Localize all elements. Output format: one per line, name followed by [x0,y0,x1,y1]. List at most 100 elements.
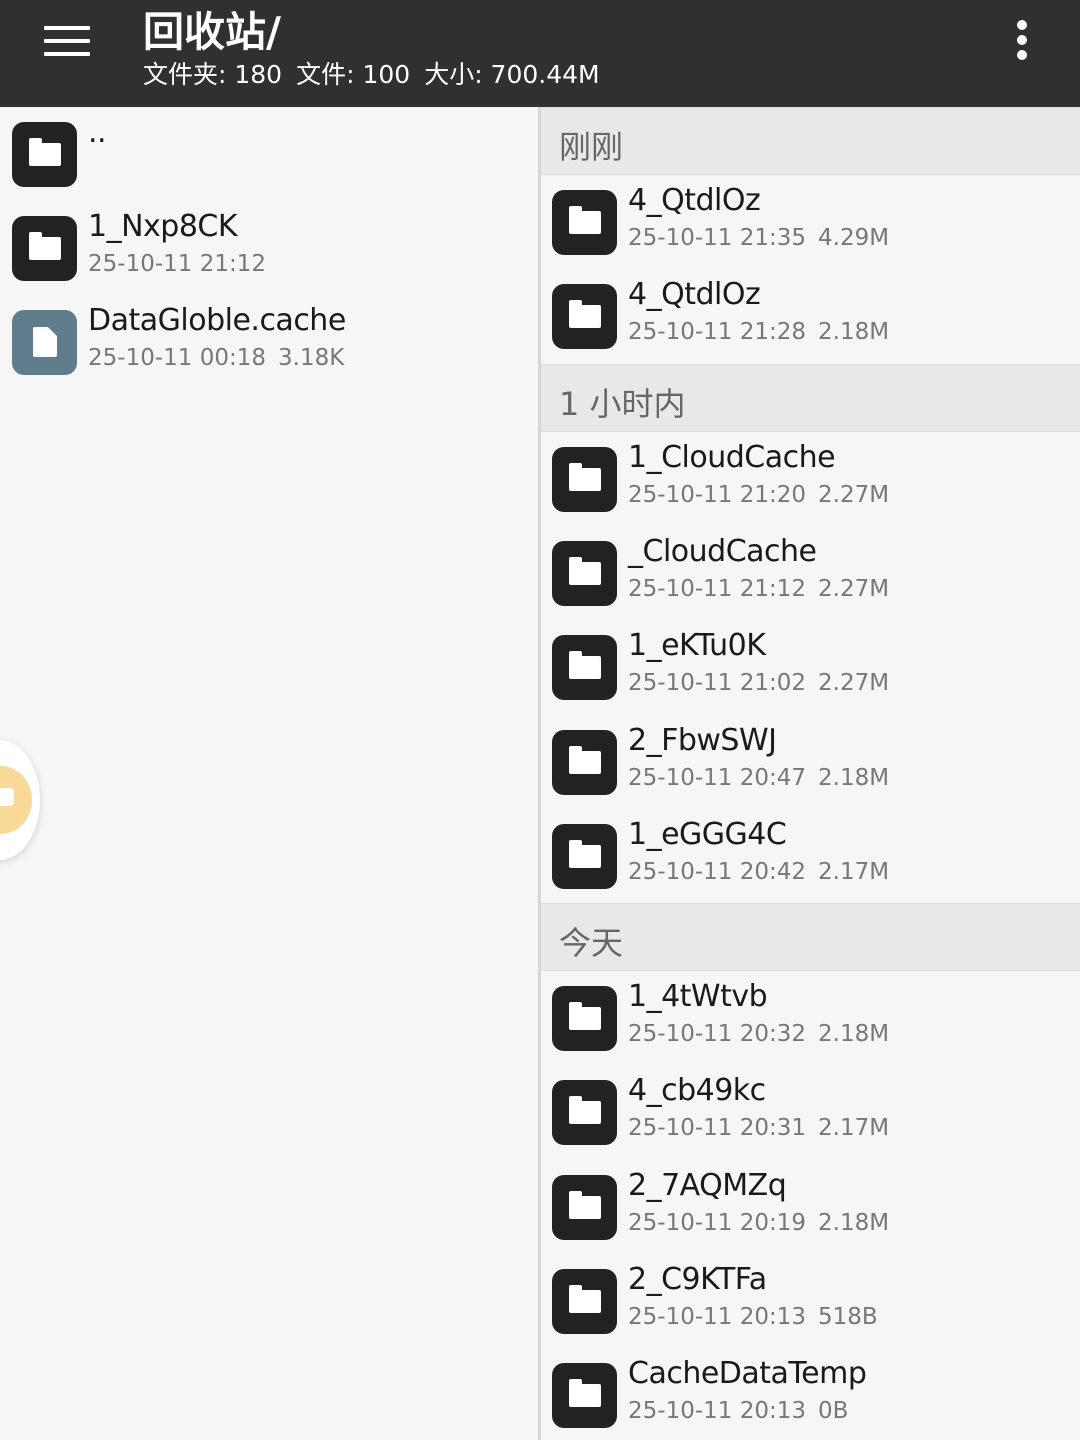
item-date: 25-10-11 20:19 [628,1209,806,1236]
folder-icon [552,190,617,255]
folder-icon [552,1174,617,1240]
folder-icon [552,1363,617,1429]
item-meta: 25-10-11 00:18 3.18K [88,345,344,371]
item-meta: 25-10-11 20:31 2.17M [628,1115,889,1141]
section-header: 1 小时内 [541,363,1080,432]
item-size: 0B [818,1398,849,1425]
item-date: 25-10-11 20:31 [628,1115,806,1142]
item-size: 2.18M [818,1209,890,1236]
folder-row[interactable]: 1_4tWtvb 25-10-11 20:32 2.18M [541,971,1080,1065]
item-name: 1_4tWtvb [628,979,768,1015]
item-date: 25-10-11 20:47 [628,764,806,791]
top-toolbar: 回收站/ 文件夹: 180 文件: 100 大小: 700.44M [0,0,1080,107]
folder-count: 文件夹: 180 [143,60,283,89]
item-name: 1_eKTu0K [628,628,766,664]
item-name: 4_QtdlOz [628,183,761,218]
item-size: 2.17M [818,858,890,885]
page-title: 回收站/ [143,8,281,56]
item-name: 2_FbwSWJ [628,722,777,758]
item-date: 25-10-11 21:35 [628,225,806,251]
item-date: 25-10-11 20:42 [628,858,806,885]
item-meta: 25-10-11 20:13 0B [628,1398,848,1424]
item-date: 25-10-11 21:12 [88,251,266,277]
item-size: 2.18M [818,319,890,346]
item-size: 3.18K [278,345,345,371]
folder-row[interactable]: 2_C9KTFa 25-10-11 20:13 518B [541,1254,1080,1348]
folder-icon [552,635,617,701]
item-meta: 25-10-11 21:35 4.29M [628,225,889,251]
more-vertical-icon[interactable] [1010,20,1034,64]
folder-row[interactable]: 4_QtdlOz 25-10-11 21:28 2.18M [541,269,1080,363]
item-size: 2.27M [818,481,890,508]
section-label: 刚刚 [559,128,624,166]
folder-icon [552,1269,617,1334]
item-date: 25-10-11 20:13 [628,1304,806,1330]
folder-row[interactable]: CacheDataTemp 25-10-11 20:13 0B [541,1348,1080,1440]
item-meta: 25-10-11 21:20 2.27M [628,482,889,508]
item-date: 25-10-11 20:13 [628,1398,806,1425]
folder-row[interactable]: 1_eGGG4C 25-10-11 20:42 2.17M [541,809,1080,903]
folder-row[interactable]: 4_QtdlOz 25-10-11 21:35 4.29M [541,175,1080,269]
folder-icon [552,986,617,1052]
item-meta: 25-10-11 20:42 2.17M [628,859,889,885]
item-name: 4_QtdlOz [628,277,761,313]
folder-row[interactable]: 2_7AQMZq 25-10-11 20:19 2.18M [541,1160,1080,1254]
file-count: 文件: 100 [296,60,411,89]
folder-icon [552,540,617,606]
item-size: 2.18M [818,1021,890,1048]
folder-row[interactable]: 1_Nxp8CK 25-10-11 21:12 [0,201,538,295]
item-name: _CloudCache [628,533,817,569]
section-header: 刚刚 [541,107,1080,175]
folder-icon [552,823,617,889]
section-label: 1 小时内 [559,384,686,423]
item-name: DataGloble.cache [88,303,346,338]
item-name: 1_Nxp8CK [88,209,238,244]
item-name: 4_cb49kc [628,1073,766,1109]
folder-icon [552,1080,617,1146]
item-name: CacheDataTemp [628,1356,867,1392]
item-meta: 25-10-11 20:19 2.18M [628,1210,889,1236]
hamburger-menu-icon[interactable] [44,26,90,58]
item-name: 2_7AQMZq [628,1167,787,1203]
item-date: 25-10-11 21:20 [628,481,806,508]
section-header: 今天 [541,903,1080,972]
folder-icon [12,216,77,281]
item-meta: 25-10-11 20:47 2.18M [628,765,889,791]
folder-icon [552,729,617,795]
folder-stats: 文件夹: 180 文件: 100 大小: 700.44M [143,55,614,91]
item-meta: 25-10-11 20:32 2.18M [628,1021,889,1047]
item-date: 25-10-11 20:32 [628,1021,806,1048]
folder-row[interactable]: 1_eKTu0K 25-10-11 21:02 2.27M [541,620,1080,714]
item-size: 518B [818,1304,878,1330]
section-label: 今天 [559,924,624,963]
item-date: 25-10-11 00:18 [88,345,266,371]
item-name: .. [88,115,107,150]
item-size: 2.27M [818,575,890,602]
folder-row[interactable]: 4_cb49kc 25-10-11 20:31 2.17M [541,1065,1080,1159]
folder-row[interactable]: .. [0,107,538,201]
file-row[interactable]: DataGloble.cache 25-10-11 00:18 3.18K [0,295,538,389]
item-meta: 25-10-11 21:12 [88,251,266,277]
item-name: 1_eGGG4C [628,816,787,852]
item-date: 25-10-11 21:12 [628,575,806,602]
item-size: 4.29M [818,225,890,251]
folder-icon [552,284,617,350]
file-icon [12,310,77,375]
total-size: 大小: 700.44M [424,60,600,89]
item-date: 25-10-11 21:28 [628,319,806,346]
item-date: 25-10-11 21:02 [628,670,806,697]
folder-row[interactable]: 1_CloudCache 25-10-11 21:20 2.27M [541,432,1080,526]
folder-icon [12,122,77,187]
item-meta: 25-10-11 21:12 2.27M [628,576,889,602]
folder-row[interactable]: _CloudCache 25-10-11 21:12 2.27M [541,526,1080,620]
item-size: 2.18M [818,764,890,791]
item-meta: 25-10-11 21:02 2.27M [628,670,889,696]
folder-icon [552,446,617,512]
item-meta: 25-10-11 21:28 2.18M [628,319,889,345]
left-file-pane: .. 1_Nxp8CK 25-10-11 21:12 DataGloble.cache… [0,107,538,1440]
item-size: 2.17M [818,1115,890,1142]
right-file-pane: 刚刚 4_QtdlOz 25-10-11 21:35 4.29M 4_QtdlOz 25-… [541,107,1080,1440]
item-name: 2_C9KTFa [628,1262,767,1297]
item-meta: 25-10-11 20:13 518B [628,1304,878,1330]
folder-row[interactable]: 2_FbwSWJ 25-10-11 20:47 2.18M [541,715,1080,809]
